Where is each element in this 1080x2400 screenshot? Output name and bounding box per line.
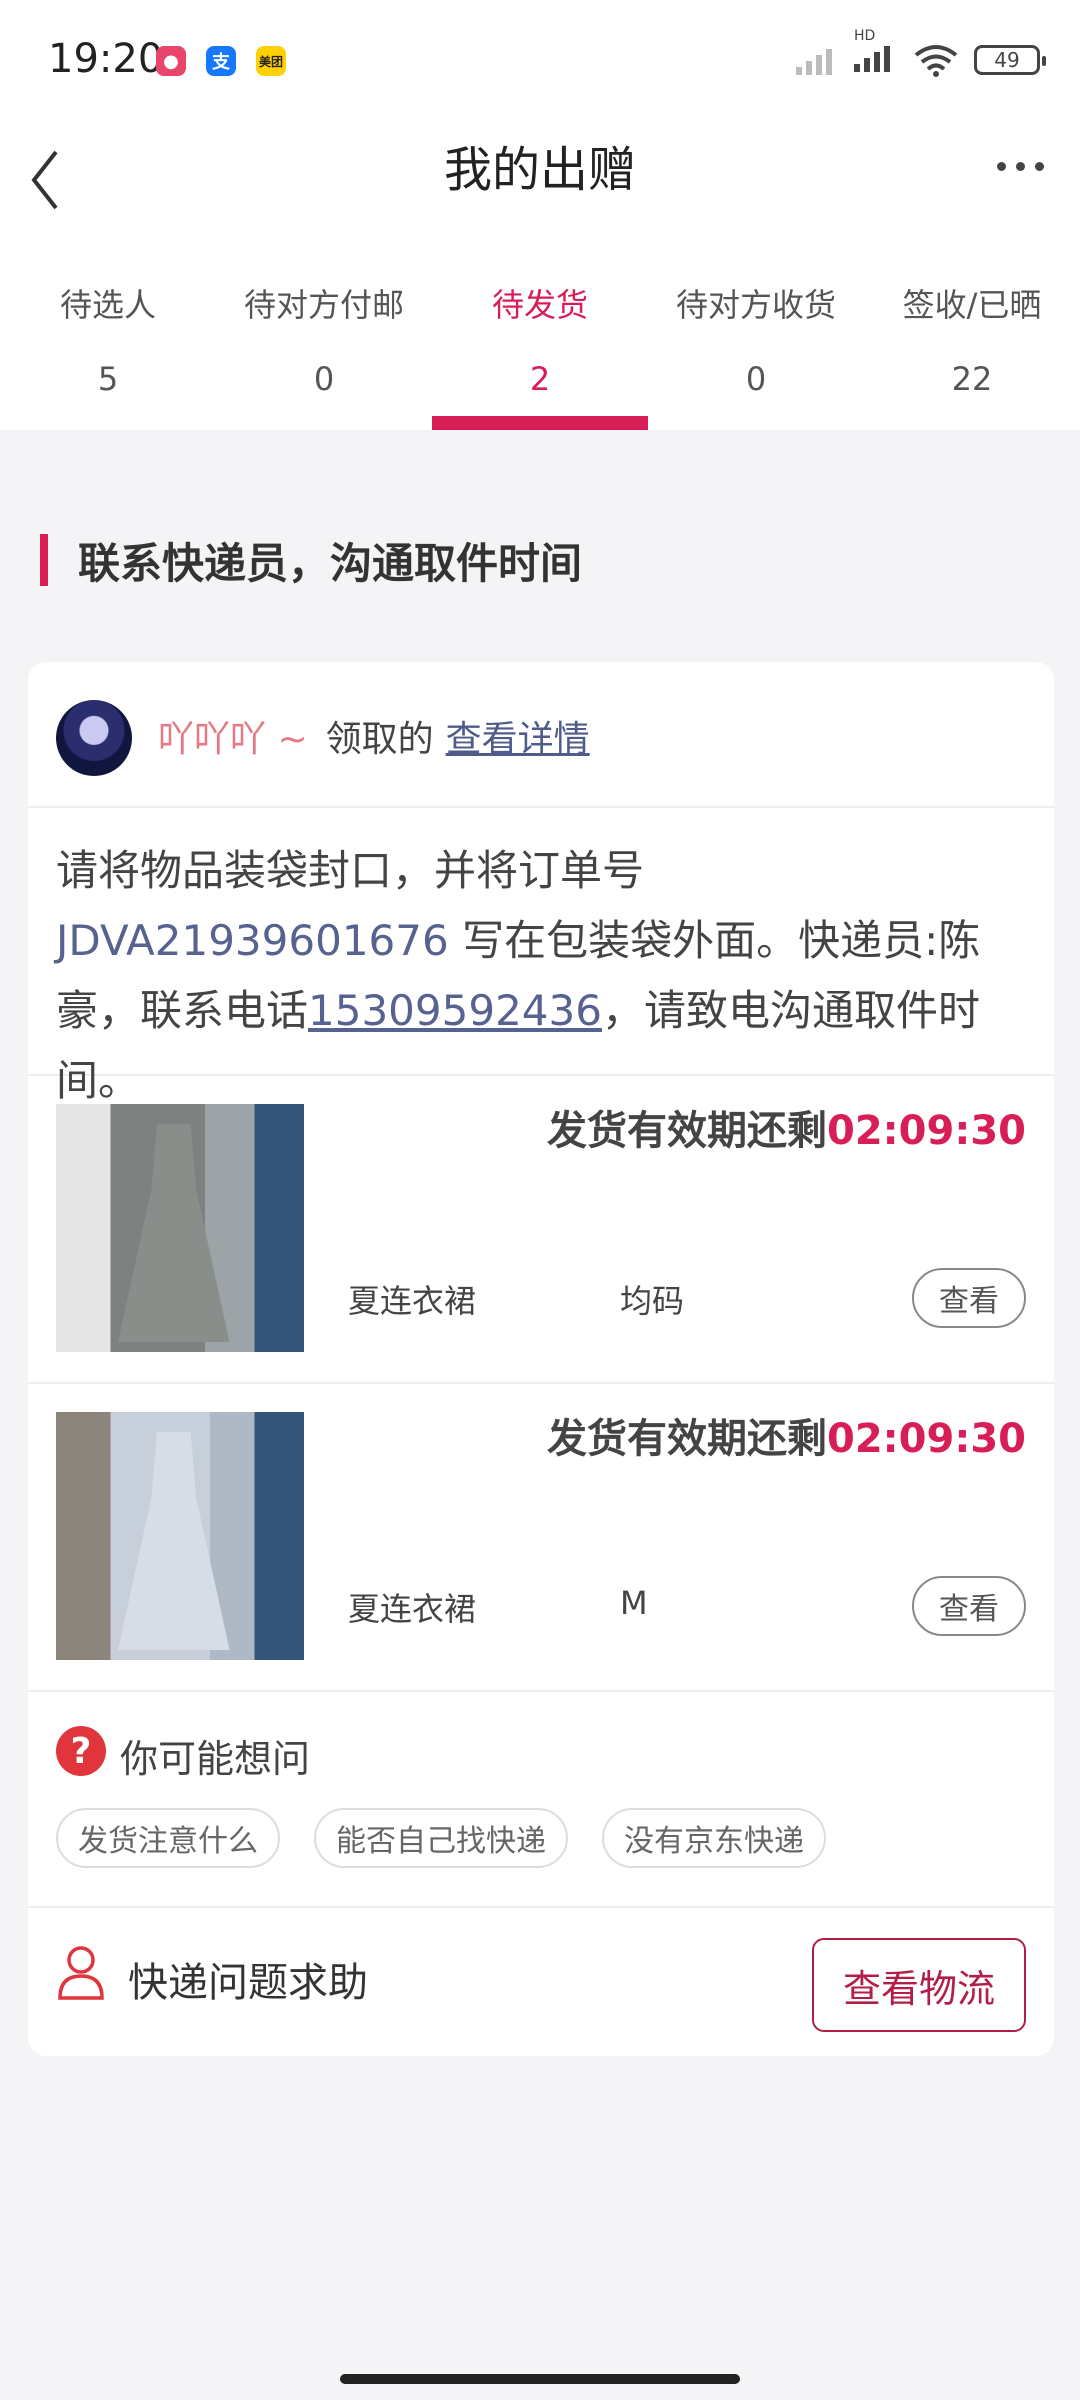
item-name: 夏连衣裙 xyxy=(348,1590,477,1628)
tab-count: 5 xyxy=(97,360,119,398)
recipient-action: 领取的 xyxy=(325,719,434,760)
tab-label: 待对方付邮 xyxy=(243,286,404,324)
courier-help-row: 快递问题求助 查看物流 xyxy=(28,1908,1054,2056)
shipping-deadline: 发货有效期还剩02:09:30 xyxy=(547,1098,1026,1156)
faq-title: 你可能想问 xyxy=(120,1737,311,1781)
recipient-row: 吖吖吖 ~ 领取的 查看详情 xyxy=(28,662,1054,808)
section-title: 联系快递员，沟通取件时间 xyxy=(40,530,582,591)
deadline-label: 发货有效期还剩 xyxy=(547,1108,828,1154)
list-item: 发货有效期还剩02:09:30 夏连衣裙 M 查看 xyxy=(28,1384,1054,1692)
tab-label: 待对方收货 xyxy=(675,286,836,324)
question-icon: ? xyxy=(56,1726,106,1776)
faq-chip[interactable]: 发货注意什么 xyxy=(56,1808,280,1868)
shipping-instructions: 请将物品装袋封口，并将订单号 JDVA21939601676 写在包装袋外面。快… xyxy=(28,808,1054,1105)
shipping-deadline: 发货有效期还剩02:09:30 xyxy=(547,1406,1026,1464)
instructions-text: 请将物品装袋封口，并将订单号 xyxy=(56,846,645,895)
tab-label: 待发货 xyxy=(491,286,588,324)
wifi-icon xyxy=(914,45,958,77)
more-dot-icon xyxy=(1034,161,1044,171)
more-dot-icon xyxy=(996,161,1006,171)
recipient-line: 吖吖吖 ~ 领取的 查看详情 xyxy=(158,710,590,762)
meituan-icon: 美团 xyxy=(256,46,286,76)
system-icons: HD 49 xyxy=(796,28,1046,78)
header: 我的出赠 xyxy=(0,110,1080,250)
signal-icon xyxy=(854,46,890,72)
home-indicator[interactable] xyxy=(340,2374,740,2384)
tab-count: 0 xyxy=(313,360,335,398)
tab-count: 0 xyxy=(745,360,767,398)
status-bar: 19:20 ● 支 美团 HD 49 xyxy=(0,0,1080,110)
item-size: M xyxy=(620,1584,648,1622)
tab-label: 签收/已晒 xyxy=(902,286,1042,324)
person-icon xyxy=(58,1946,104,2000)
deadline-label: 发货有效期还剩 xyxy=(547,1416,828,1462)
network-hd-indicator: HD xyxy=(854,28,898,78)
item-thumbnail[interactable] xyxy=(56,1104,304,1352)
view-details-link[interactable]: 查看详情 xyxy=(446,719,590,760)
courier-phone-link[interactable]: 15309592436 xyxy=(308,986,602,1035)
courier-help-link[interactable]: 快递问题求助 xyxy=(128,1950,368,2008)
dress-image xyxy=(118,1123,230,1343)
view-item-button[interactable]: 查看 xyxy=(912,1576,1026,1636)
app-icon: ● xyxy=(156,46,186,76)
more-dot-icon xyxy=(1015,161,1025,171)
tab-label: 待选人 xyxy=(59,286,156,324)
faq-chip[interactable]: 能否自己找快递 xyxy=(314,1808,568,1868)
status-tabs: 待选人 5 待对方付邮 0 待发货 2 待对方收货 0 签收/已晒 22 xyxy=(0,250,1080,430)
dress-image xyxy=(118,1431,230,1651)
tab-pending-shipment[interactable]: 待发货 2 xyxy=(432,250,648,430)
tab-pending-receipt[interactable]: 待对方收货 0 xyxy=(648,250,864,430)
tab-count: 22 xyxy=(951,360,993,398)
recipient-name[interactable]: 吖吖吖 ~ xyxy=(158,719,308,760)
faq-chip[interactable]: 没有京东快递 xyxy=(602,1808,826,1868)
order-number[interactable]: JDVA21939601676 xyxy=(56,916,449,965)
battery-icon: 49 xyxy=(974,45,1046,75)
deadline-timer: 02:09:30 xyxy=(827,1108,1026,1154)
signal-icon xyxy=(796,49,832,75)
tab-signed-shared[interactable]: 签收/已晒 22 xyxy=(864,250,1080,430)
alipay-icon: 支 xyxy=(206,46,236,76)
page-title: 我的出赠 xyxy=(443,142,636,198)
more-menu-button[interactable] xyxy=(990,146,1050,186)
tab-count: 2 xyxy=(529,360,551,398)
view-item-button[interactable]: 查看 xyxy=(912,1268,1026,1328)
tab-pending-postage[interactable]: 待对方付邮 0 xyxy=(216,250,432,430)
item-name: 夏连衣裙 xyxy=(348,1282,477,1320)
list-item: 发货有效期还剩02:09:30 夏连衣裙 均码 查看 xyxy=(28,1076,1054,1384)
item-thumbnail[interactable] xyxy=(56,1412,304,1660)
item-size: 均码 xyxy=(620,1282,685,1320)
deadline-timer: 02:09:30 xyxy=(827,1416,1026,1462)
faq-section: ? 你可能想问 发货注意什么 能否自己找快递 没有京东快递 xyxy=(28,1692,1054,1908)
view-logistics-button[interactable]: 查看物流 xyxy=(812,1938,1026,2032)
status-time: 19:20 xyxy=(48,36,164,82)
avatar[interactable] xyxy=(56,700,132,776)
tab-pending-selection[interactable]: 待选人 5 xyxy=(0,250,216,430)
faq-chips: 发货注意什么 能否自己找快递 没有京东快递 xyxy=(56,1808,826,1868)
shipment-card: 吖吖吖 ~ 领取的 查看详情 请将物品装袋封口，并将订单号 JDVA21939601… xyxy=(28,662,1054,2056)
